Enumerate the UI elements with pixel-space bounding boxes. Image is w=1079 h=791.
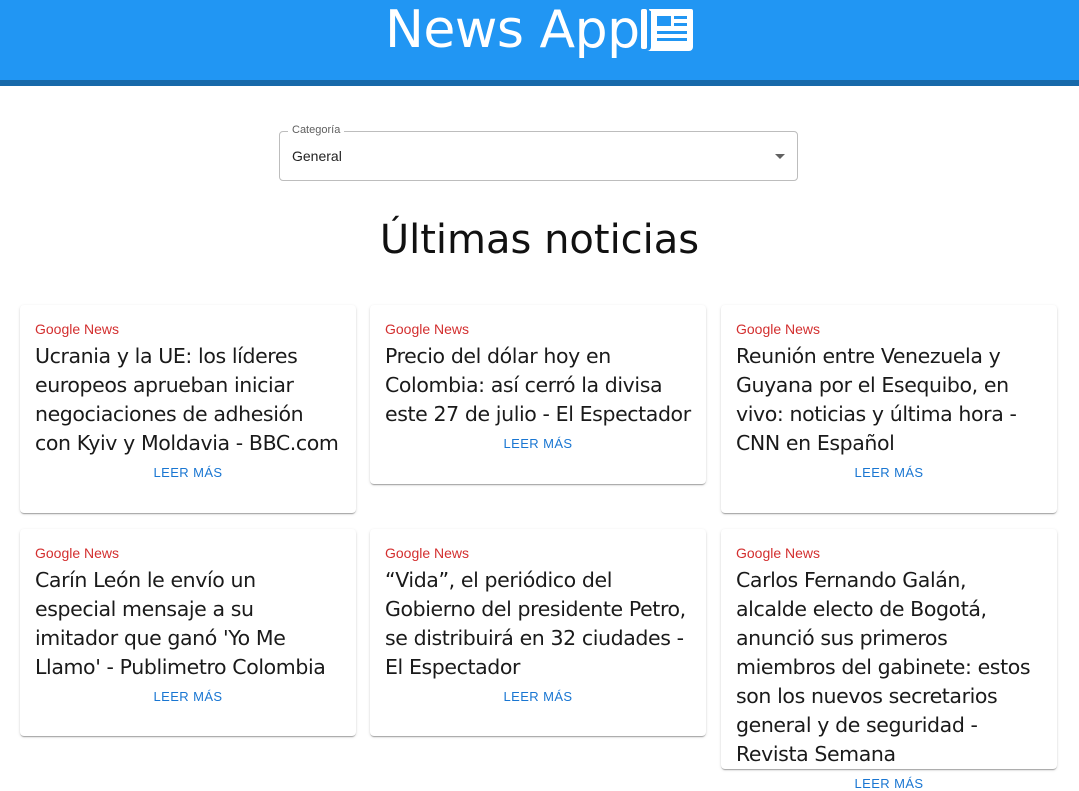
read-more-button[interactable]: LEER MÁS — [385, 436, 691, 451]
read-more-button[interactable]: LEER MÁS — [736, 776, 1042, 791]
news-source: Google News — [736, 545, 821, 561]
category-label: Categoría — [288, 124, 345, 136]
news-source: Google News — [35, 321, 120, 337]
news-headline: Reunión entre Venezuela y Guyana por el … — [736, 344, 1017, 455]
app-title: News App — [385, 0, 640, 60]
news-card: Google News Precio del dólar hoy en Colo… — [370, 305, 706, 484]
read-more-button[interactable]: LEER MÁS — [35, 689, 341, 704]
news-headline: Carín León le envío un especial mensaje … — [35, 568, 326, 679]
category-select[interactable]: Categoría General — [279, 124, 798, 181]
news-card: Google News “Vida”, el periódico del Gob… — [370, 529, 706, 736]
category-selected-value: General — [292, 148, 342, 164]
news-card: Google News Carlos Fernando Galán, alcal… — [721, 529, 1057, 791]
news-source: Google News — [385, 545, 470, 561]
news-card: Google News Ucrania y la UE: los líderes… — [20, 305, 356, 513]
news-headline: Ucrania y la UE: los líderes europeos ap… — [35, 344, 339, 455]
news-headline: Carlos Fernando Galán, alcalde electo de… — [736, 568, 1031, 766]
read-more-button[interactable]: LEER MÁS — [385, 689, 691, 704]
news-card: Google News Carín León le envío un espec… — [20, 529, 356, 736]
news-source: Google News — [736, 321, 821, 337]
news-source: Google News — [385, 321, 470, 337]
read-more-button[interactable]: LEER MÁS — [736, 465, 1042, 480]
news-source: Google News — [35, 545, 120, 561]
app-bar: News App — [0, 0, 1079, 86]
news-card: Google News Reunión entre Venezuela y Gu… — [721, 305, 1057, 513]
news-headline: Precio del dólar hoy en Colombia: así ce… — [385, 344, 691, 426]
newspaper-icon — [641, 9, 693, 51]
section-title: Últimas noticias — [379, 217, 700, 263]
dropdown-arrow-icon — [775, 154, 785, 159]
news-headline: “Vida”, el periódico del Gobierno del pr… — [385, 568, 686, 679]
read-more-button[interactable]: LEER MÁS — [35, 465, 341, 480]
